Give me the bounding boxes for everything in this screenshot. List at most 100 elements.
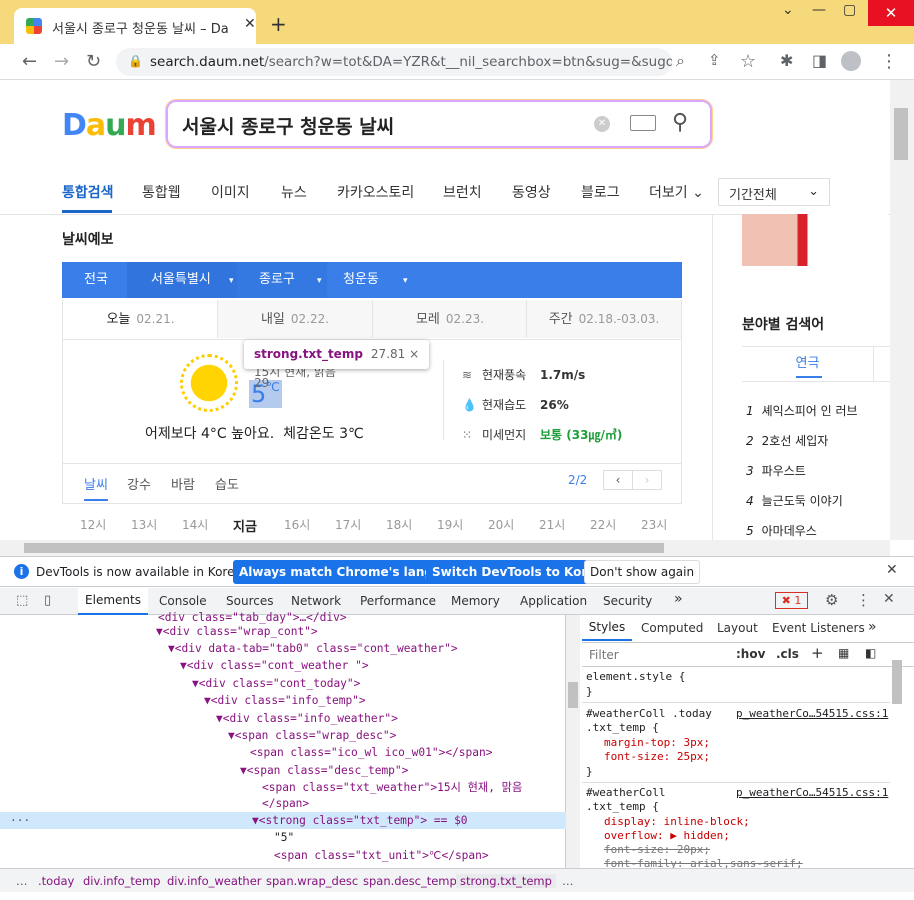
- rule2-prop[interactable]: overflow: ▶ hidden;: [604, 829, 730, 844]
- styles-filter-input[interactable]: Filter: [589, 648, 619, 662]
- browser-tab[interactable]: 서울시 종로구 청운동 날씨 – Da ✕: [14, 8, 256, 44]
- side-panel-icon[interactable]: ◨: [812, 51, 827, 70]
- rule1-prop[interactable]: margin-top: 3px;: [604, 736, 710, 751]
- inspect-element-icon[interactable]: ⬚: [16, 593, 28, 608]
- loc-cheongun[interactable]: 청운동 ▾: [327, 262, 417, 298]
- gnb-item-brunch[interactable]: 브런치: [443, 182, 482, 202]
- dom-node[interactable]: ▼<span class="desc_temp">: [240, 762, 408, 779]
- breadcrumb-item[interactable]: div.info_weather: [167, 874, 262, 888]
- dont-show-again-button[interactable]: Don't show again: [584, 560, 701, 584]
- gnb-item-video[interactable]: 동영상: [512, 182, 551, 202]
- rank-item[interactable]: 1 셰익스피어 인 러브: [746, 402, 858, 419]
- rank-item[interactable]: 2 2호선 세입자: [746, 432, 828, 449]
- infobar-close-icon[interactable]: ✕: [886, 562, 898, 578]
- rule2-source-link[interactable]: p_weatherCo…54515.css:1: [736, 786, 888, 801]
- devtools-close-icon[interactable]: ✕: [883, 591, 895, 607]
- lock-icon[interactable]: 🔒: [128, 54, 143, 68]
- subtab-weather[interactable]: 날씨: [84, 474, 108, 501]
- dom-node[interactable]: ▼<div data-tab="tab0" class="cont_weathe…: [168, 640, 458, 657]
- devtools-tab-console[interactable]: Console: [159, 594, 207, 608]
- subtab-wind[interactable]: 바람: [171, 474, 195, 493]
- maximize-button[interactable]: ▢: [843, 2, 856, 18]
- search-input[interactable]: 서울시 종로구 청운동 날씨: [182, 112, 394, 139]
- dom-node[interactable]: ▼<div class="info_weather">: [216, 710, 398, 727]
- new-rule-icon[interactable]: +: [811, 644, 824, 662]
- sidebar-toggle-icon[interactable]: ◧: [865, 646, 876, 660]
- dom-node[interactable]: </span>: [262, 795, 309, 812]
- rule1-prop[interactable]: font-size: 25px;: [604, 750, 710, 765]
- error-badge[interactable]: ✖ 1: [775, 592, 808, 609]
- tab-search-icon[interactable]: ⌄: [782, 2, 794, 18]
- subtab-humidity[interactable]: 습도: [215, 474, 239, 493]
- breadcrumb-item-active[interactable]: strong.txt_temp: [456, 874, 556, 888]
- dom-node[interactable]: <span class="ico_wl ico_w01"></span>: [250, 744, 492, 761]
- rank-item[interactable]: 3 파우스트: [746, 462, 806, 479]
- dom-node[interactable]: ▼<div class="info_temp">: [204, 692, 366, 709]
- forward-arrow-icon[interactable]: →: [54, 51, 69, 72]
- period-select[interactable]: 기간전체 ⌄: [718, 178, 830, 206]
- breadcrumb-item[interactable]: div.info_temp: [83, 874, 160, 888]
- elements-scroll-thumb[interactable]: [568, 682, 578, 708]
- ad-banner[interactable]: [742, 214, 888, 266]
- keyboard-icon[interactable]: [630, 115, 656, 131]
- styles-scroll-thumb[interactable]: [892, 660, 902, 704]
- loc-seoul[interactable]: 서울특별시 ▾: [127, 262, 237, 298]
- rank-item[interactable]: 5 아마데우스: [746, 522, 817, 539]
- tab-today[interactable]: 오늘 02.21.: [63, 300, 218, 338]
- element-style-rule[interactable]: element.style {: [586, 670, 685, 685]
- paint-icon[interactable]: ▦: [838, 646, 849, 660]
- devtools-tab-sources[interactable]: Sources: [226, 594, 273, 608]
- loc-jongno[interactable]: 종로구 ▾: [237, 262, 327, 298]
- reload-icon[interactable]: ↻: [86, 51, 101, 72]
- rank-item[interactable]: 4 늘근도둑 이야기: [746, 492, 843, 509]
- gnb-item-image[interactable]: 이미지: [211, 182, 250, 202]
- devtools-tab-security[interactable]: Security: [603, 594, 652, 608]
- gnb-item-blog[interactable]: 블로그: [581, 182, 620, 202]
- dom-node[interactable]: ▼<div class="cont_weather ">: [180, 657, 369, 674]
- dom-node[interactable]: ▼<div class="wrap_cont">: [156, 623, 318, 640]
- cls-toggle[interactable]: .cls: [776, 647, 799, 661]
- device-toolbar-icon[interactable]: ▯: [44, 593, 51, 608]
- tab-weekly[interactable]: 주간 02.18.-03.03.: [526, 300, 681, 338]
- more-panes-icon[interactable]: »: [868, 619, 877, 635]
- dom-node[interactable]: <span class="txt_unit">℃</span>: [274, 847, 489, 864]
- address-bar[interactable]: search.daum.net/search?w=tot&DA=YZR&t__n…: [116, 48, 672, 76]
- tab-close-icon[interactable]: ✕: [244, 16, 256, 32]
- settings-gear-icon[interactable]: ⚙: [825, 591, 838, 609]
- gnb-item-kakaostory[interactable]: 카카오스토리: [337, 182, 414, 202]
- daum-logo[interactable]: Daum: [62, 108, 157, 143]
- styles-tab[interactable]: Styles: [582, 615, 632, 641]
- rule2-selector-cont[interactable]: .txt_temp {: [586, 800, 659, 815]
- gnb-item-total[interactable]: 통합검색: [62, 182, 114, 202]
- layout-tab[interactable]: Layout: [717, 621, 758, 635]
- more-tabs-icon[interactable]: »: [674, 591, 683, 607]
- devtools-menu-icon[interactable]: ⋮: [856, 591, 871, 609]
- selected-row-dots-icon[interactable]: ···: [10, 812, 30, 829]
- gnb-item-web[interactable]: 통합웹: [142, 182, 181, 202]
- menu-kebab-icon[interactable]: ⋮: [880, 51, 898, 72]
- rule1-selector-cont[interactable]: .txt_temp {: [586, 721, 659, 736]
- hov-toggle[interactable]: :hov: [736, 647, 765, 661]
- clear-search-icon[interactable]: ✕: [594, 116, 610, 132]
- breadcrumb-item[interactable]: span.desc_temp: [363, 874, 457, 888]
- dom-node-selected[interactable]: ▼<strong class="txt_temp"> == $0: [252, 812, 468, 829]
- breadcrumb-item[interactable]: span.wrap_desc: [266, 874, 358, 888]
- new-tab-button[interactable]: +: [270, 12, 287, 36]
- dom-text-node[interactable]: "5": [274, 829, 294, 846]
- devtools-tab-performance[interactable]: Performance: [360, 594, 436, 608]
- extensions-puzzle-icon[interactable]: ✱: [780, 51, 793, 70]
- devtools-tab-application[interactable]: Application: [520, 594, 587, 608]
- dom-node[interactable]: ▼<span class="wrap_desc">: [228, 727, 396, 744]
- gnb-item-news[interactable]: 뉴스: [281, 182, 307, 202]
- subtab-rain[interactable]: 강수: [127, 474, 151, 493]
- rule2-prop-overridden[interactable]: font-size: 20px;: [604, 843, 710, 858]
- dom-node[interactable]: <span class="txt_weather">15시 현재, 맑음: [262, 779, 522, 796]
- breadcrumb-more-icon[interactable]: …: [16, 874, 28, 888]
- breadcrumb-item[interactable]: .today: [38, 874, 74, 888]
- page-hscroll-thumb[interactable]: [24, 543, 664, 553]
- next-page-button[interactable]: ›: [632, 470, 662, 490]
- bookmark-star-icon[interactable]: ☆: [740, 51, 756, 72]
- elements-scrollbar[interactable]: [566, 615, 580, 868]
- tab-day-after[interactable]: 모레 02.23.: [372, 300, 527, 338]
- devtools-tab-elements[interactable]: Elements: [78, 588, 148, 615]
